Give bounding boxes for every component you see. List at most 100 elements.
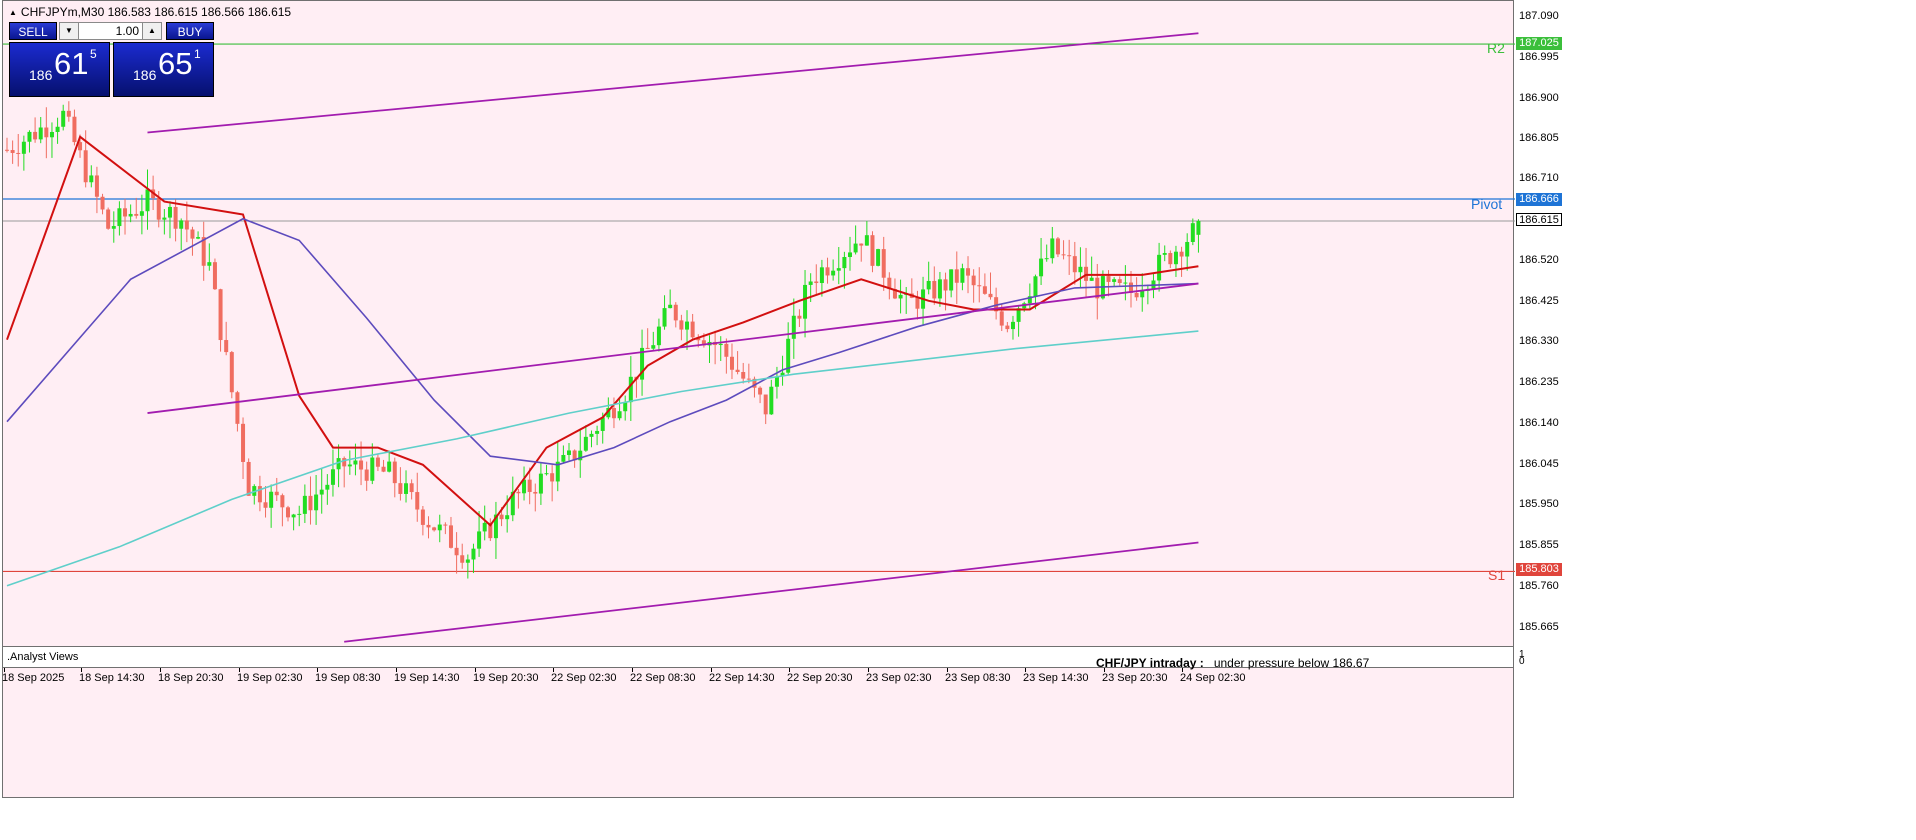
bull-candle: [330, 469, 335, 485]
bear-candle: [1061, 254, 1066, 256]
time-tick: [1182, 668, 1183, 672]
r2-price-tag: 187.025: [1516, 37, 1562, 50]
bull-candle: [1033, 276, 1038, 297]
bull-candle: [55, 126, 60, 132]
collapse-triangle-icon[interactable]: ▲: [9, 8, 17, 17]
bull-candle: [1162, 253, 1167, 255]
bull-candle: [898, 294, 903, 299]
bull-candle: [656, 326, 661, 346]
bull-candle: [1190, 223, 1195, 242]
price-plot[interactable]: [3, 1, 1515, 647]
time-tick: [1025, 668, 1026, 672]
bull-candle: [139, 211, 144, 216]
level-name-s1: S1: [1488, 567, 1506, 583]
time-label: 18 Sep 14:30: [79, 672, 145, 684]
bull-candle: [1089, 277, 1094, 281]
sell-button[interactable]: SELL: [9, 22, 57, 40]
bear-candle: [286, 507, 290, 518]
bull-candle: [949, 269, 954, 291]
sell-price-quote[interactable]: 186 61 5: [9, 42, 110, 97]
bear-candle: [1168, 253, 1173, 265]
price-tick: 186.425: [1519, 295, 1559, 307]
bear-candle: [448, 525, 453, 548]
lot-decrease-button[interactable]: ▼: [59, 22, 79, 40]
bull-candle: [111, 226, 116, 229]
bull-candle: [836, 268, 841, 271]
bull-candle: [617, 411, 622, 419]
time-tick: [632, 668, 633, 672]
lot-increase-button[interactable]: ▲: [142, 22, 162, 40]
bull-candle: [1173, 251, 1178, 265]
bear-candle: [5, 149, 9, 151]
bull-candle: [319, 489, 324, 495]
analyst-note-title: CHF/JPY intraday :: [1096, 656, 1204, 670]
time-tick: [160, 668, 161, 672]
bull-candle: [404, 483, 409, 494]
bear-candle: [212, 262, 217, 290]
time-label: 22 Sep 02:30: [551, 672, 617, 684]
bull-candle: [471, 548, 476, 560]
bear-candle: [83, 150, 88, 183]
bear-candle: [342, 458, 347, 467]
symbol-ohlc-text: CHFJPYm,M30 186.583 186.615 186.566 186.…: [20, 5, 292, 19]
sell-price-main: 61: [54, 46, 89, 81]
bull-candle: [926, 280, 931, 290]
bull-candle: [370, 457, 375, 481]
bull-candle: [589, 433, 594, 437]
bear-candle: [741, 371, 746, 379]
price-tick: 186.520: [1519, 254, 1559, 266]
bull-candle: [314, 494, 319, 511]
bull-candle: [38, 127, 43, 140]
bear-candle: [1117, 279, 1122, 284]
indicator-subwindow[interactable]: .Analyst Views CHF/JPY intraday : under p…: [2, 646, 1514, 670]
bull-candle: [387, 461, 392, 472]
bear-candle: [246, 461, 251, 496]
bull-candle: [718, 343, 723, 346]
sell-price-prefix: 186: [29, 67, 53, 83]
bear-candle: [66, 110, 71, 117]
bear-candle: [72, 116, 77, 143]
bear-candle: [977, 285, 982, 287]
bull-candle: [1044, 258, 1049, 260]
bear-candle: [94, 175, 99, 197]
s1-price-tag: 185.803: [1516, 563, 1562, 576]
time-tick: [868, 668, 869, 672]
bull-candle: [662, 308, 667, 327]
bull-candle: [1123, 282, 1128, 284]
bull-candle: [1185, 241, 1190, 257]
bear-candle: [364, 469, 369, 481]
price-tick: 185.760: [1519, 580, 1559, 592]
bull-candle: [167, 206, 172, 218]
bear-candle: [443, 524, 448, 526]
bear-candle: [235, 392, 240, 424]
price-tick: 186.330: [1519, 335, 1559, 347]
bear-candle: [409, 483, 414, 493]
bear-candle: [184, 220, 189, 230]
bear-candle: [679, 320, 684, 330]
price-tick: 186.045: [1519, 458, 1559, 470]
fast-ma-line: [6, 135, 1199, 527]
bull-candle: [207, 262, 212, 266]
bull-candle: [353, 460, 358, 465]
bull-candle: [61, 110, 66, 127]
buy-price-quote[interactable]: 186 65 1: [113, 42, 214, 97]
bear-candle: [735, 369, 740, 372]
bear-candle: [499, 514, 504, 520]
bear-candle: [229, 352, 234, 393]
bull-candle: [325, 484, 330, 490]
bull-candle: [302, 495, 307, 514]
lot-size-input[interactable]: 1.00: [79, 22, 142, 40]
triangle-down-icon: ▼: [65, 26, 73, 35]
buy-button[interactable]: BUY: [166, 22, 214, 40]
bull-candle: [623, 402, 628, 412]
bear-candle: [982, 286, 987, 294]
bear-candle: [415, 492, 420, 510]
buy-price-pipette: 1: [194, 47, 201, 61]
bull-candle: [561, 454, 566, 462]
bear-candle: [33, 131, 38, 140]
time-tick: [789, 668, 790, 672]
sell-price-pipette: 5: [90, 47, 97, 61]
bear-candle: [943, 279, 948, 291]
bear-candle: [797, 315, 802, 319]
bull-candle: [21, 141, 26, 154]
